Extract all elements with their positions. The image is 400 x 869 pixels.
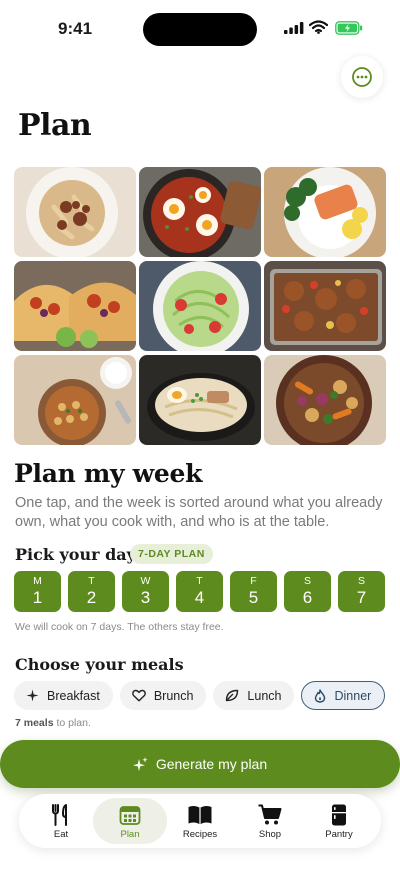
status-time: 9:41 xyxy=(58,19,93,38)
day-toggle-tuesday[interactable]: T2 xyxy=(68,571,115,612)
choose-meals-title: Choose your meals xyxy=(15,655,184,674)
meals-count: 7 meals xyxy=(15,717,54,729)
meal-chip-label: Breakfast xyxy=(47,688,100,703)
tab-shop[interactable]: Shop xyxy=(233,798,307,844)
tab-label: Eat xyxy=(53,829,69,840)
meal-chip-label: Lunch xyxy=(247,688,282,703)
cart-icon xyxy=(258,804,282,825)
flame-icon xyxy=(315,688,326,703)
generate-plan-label: Generate my plan xyxy=(155,756,268,772)
meal-picker: Breakfast Brunch Lunch Dinner xyxy=(14,681,386,710)
dynamic-island xyxy=(143,13,257,46)
wifi-icon xyxy=(309,20,328,34)
plan-week-title: Plan my week xyxy=(14,459,203,488)
meal-chip-dinner[interactable]: Dinner xyxy=(301,681,386,710)
sparkle-icon xyxy=(132,756,148,771)
day-number: 3 xyxy=(140,588,151,607)
day-toggle-friday[interactable]: F5 xyxy=(230,571,277,612)
tab-label: Plan xyxy=(120,829,140,840)
pick-days-title: Pick your days xyxy=(15,545,145,564)
generate-plan-button[interactable]: Generate my plan xyxy=(0,740,400,788)
day-toggle-saturday[interactable]: S6 xyxy=(284,571,331,612)
sparkle-icon xyxy=(26,689,39,702)
fork-knife-icon xyxy=(52,804,67,826)
tab-recipes[interactable]: Recipes xyxy=(163,798,237,844)
ellipsis-circle-icon xyxy=(352,67,372,87)
chickpea-curry-photo xyxy=(14,355,136,445)
day-picker: M1 T2 W3 T4 F5 S6 S7 xyxy=(14,571,385,612)
day-number: 1 xyxy=(32,588,43,607)
day-letter: S xyxy=(357,575,365,587)
sheet-pan-chicken-photo xyxy=(264,261,386,351)
ramen-photo xyxy=(139,355,261,445)
day-toggle-thursday[interactable]: T4 xyxy=(176,571,223,612)
tab-label: Pantry xyxy=(325,829,353,840)
tab-plan[interactable]: Plan xyxy=(93,798,167,844)
meal-chip-label: Brunch xyxy=(153,688,194,703)
calendar-icon xyxy=(119,806,141,825)
day-letter: T xyxy=(196,575,203,587)
day-toggle-sunday[interactable]: S7 xyxy=(338,571,385,612)
day-number: 5 xyxy=(248,588,259,607)
day-letter: F xyxy=(250,575,257,587)
day-number: 7 xyxy=(356,588,367,607)
page-title: Plan xyxy=(18,108,92,143)
tab-bar: Eat Plan Recipes Shop Pantry xyxy=(19,794,381,848)
battery-charging-icon xyxy=(335,21,363,35)
day-toggle-monday[interactable]: M1 xyxy=(14,571,61,612)
status-bar: 9:41 xyxy=(0,0,400,58)
fridge-icon xyxy=(332,804,346,826)
plan-week-subtitle: One tap, and the week is sorted around w… xyxy=(15,495,383,530)
tab-pantry[interactable]: Pantry xyxy=(302,798,376,844)
day-letter: M xyxy=(33,575,42,587)
days-note: We will cook on 7 days. The others stay … xyxy=(15,621,224,633)
day-number: 6 xyxy=(302,588,313,607)
tab-eat[interactable]: Eat xyxy=(24,798,98,844)
meal-chip-breakfast[interactable]: Breakfast xyxy=(14,681,113,710)
meals-count-note: 7 meals to plan. xyxy=(15,717,91,729)
day-toggle-wednesday[interactable]: W3 xyxy=(122,571,169,612)
meal-chip-label: Dinner xyxy=(334,688,372,703)
day-number: 2 xyxy=(86,588,97,607)
day-letter: S xyxy=(303,575,311,587)
meals-note-suffix: to plan. xyxy=(53,717,91,729)
more-options-button[interactable] xyxy=(341,56,383,98)
pasta-bolognese-photo xyxy=(14,167,136,257)
shakshuka-photo xyxy=(139,167,261,257)
meal-chip-brunch[interactable]: Brunch xyxy=(119,681,207,710)
day-letter: T xyxy=(88,575,95,587)
zucchini-noodle-salad-photo xyxy=(139,261,261,351)
day-number: 4 xyxy=(194,588,205,607)
recipe-photo-grid xyxy=(14,167,386,445)
plan-length-badge: 7-DAY PLAN xyxy=(130,544,213,564)
tab-label: Recipes xyxy=(182,829,218,840)
roasted-vegetables-photo xyxy=(264,355,386,445)
heart-icon xyxy=(131,689,146,702)
salmon-rice-photo xyxy=(264,167,386,257)
cellular-signal-icon xyxy=(284,22,304,34)
tab-label: Shop xyxy=(258,829,282,840)
day-letter: W xyxy=(140,575,151,587)
book-icon xyxy=(188,805,212,825)
meal-chip-lunch[interactable]: Lunch xyxy=(213,681,295,710)
tacos-photo xyxy=(14,261,136,351)
leaf-icon xyxy=(226,689,239,702)
